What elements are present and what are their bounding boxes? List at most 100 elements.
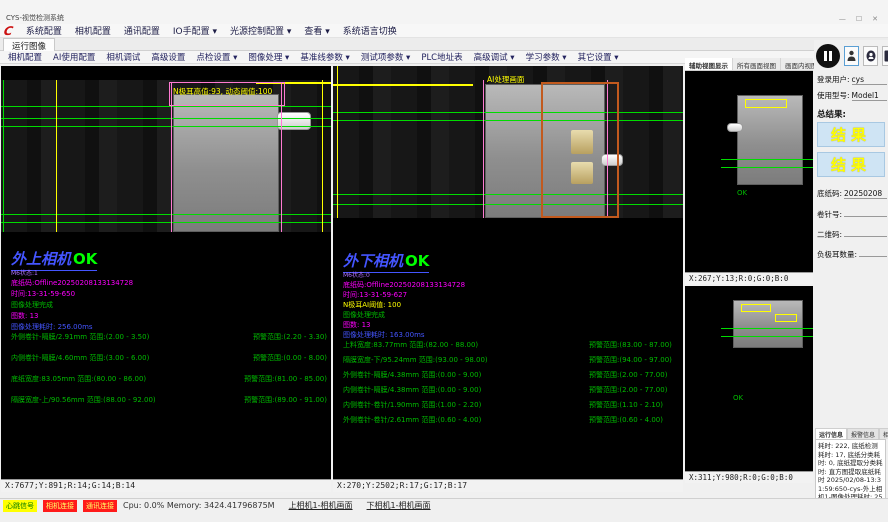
aux-bottom-overlay-yellow-box-2 [775, 314, 797, 322]
aux-tab-assist-view[interactable]: 辅助视图显示 [685, 58, 733, 70]
right-sidebar: 登录用户: cys 使用型号: Model1 总结果: 结果 结果 底纸码: 2… [814, 40, 888, 506]
logout-icon [884, 50, 888, 62]
table-row: 隔膜宽度-上/90.56mm 范围:(88.00 - 92.00)预警范围:(8… [11, 395, 327, 416]
menu-system-config[interactable]: 系统配置 [26, 24, 62, 37]
left-info-lines: 底纸码:Offline20250208133134728 时间:13-31-59… [11, 278, 133, 333]
needle-value[interactable] [844, 208, 887, 217]
tab-run-info[interactable]: 运行信息 [815, 428, 847, 439]
minimize-icon[interactable]: — [839, 15, 846, 23]
tool-learning-params[interactable]: 学习参数 ▾ [526, 51, 567, 63]
cpu-memory-text: Cpu: 0.0% Memory: 3424.41796875M [123, 501, 275, 510]
window-title: CYS-视觉检测系统 [6, 13, 64, 23]
left-result-ok: OK [73, 250, 97, 268]
table-row: 内侧卷针-卷针/1.90mm 范围:(1.00 - 2.20)预警范围:(1.1… [343, 400, 679, 415]
anode-count-value[interactable] [859, 248, 887, 257]
top-camera-view-link[interactable]: 上相机1-相机画面 [289, 500, 353, 511]
user-login-button[interactable] [844, 46, 859, 66]
left-line-count: 图数: 13 [11, 311, 133, 322]
middle-overlay-green-line-3 [333, 194, 683, 195]
menu-view[interactable]: 查看 ▾ [304, 24, 329, 37]
login-user-value[interactable]: cys [852, 75, 887, 85]
pause-button[interactable] [816, 44, 840, 68]
middle-overlay-pink-vline-1 [483, 80, 484, 218]
tool-image-processing[interactable]: 图像处理 ▾ [248, 51, 289, 63]
aux-panel: 辅助视图显示 所有画面视图 画面内视图 OK X:267;Y:13;R:0;G:… [685, 58, 813, 483]
middle-overlay-green-line-4 [333, 204, 683, 205]
tool-other-settings[interactable]: 其它设置 ▾ [578, 51, 619, 63]
aux-top-green-line-1 [721, 159, 813, 160]
table-row: 外侧卷针-隔膜/2.91mm 范围:(2.00 - 3.50)预警范围:(2.2… [11, 332, 327, 353]
info-tabs: 运行信息 报警信息 相机信息 [815, 428, 888, 439]
tool-camera-config[interactable]: 相机配置 [8, 51, 42, 63]
left-camera-name: 外上相机 [11, 250, 71, 268]
aux-top-statusbar: X:267;Y:13;R:0;G:0;B:0 [685, 272, 813, 284]
tool-camera-debug[interactable]: 相机调试 [106, 51, 140, 63]
tool-test-params[interactable]: 测试项参数 ▾ [361, 51, 410, 63]
needle-label: 卷针号: [817, 209, 842, 220]
menu-io-config[interactable]: IO手配置 ▾ [173, 24, 217, 37]
middle-camera-view[interactable]: AI处理画面 外下相机OK M6状态:0 底纸码:Offline20250208… [333, 66, 683, 492]
middle-camera-name: 外下相机 [343, 252, 403, 270]
table-row: 底纸宽度:83.05mm 范围:(80.00 - 86.00)预警范围:(81.… [11, 374, 327, 395]
sidebar-buttons [816, 44, 888, 68]
login-user-label: 登录用户: [817, 74, 850, 85]
menu-camera-config[interactable]: 相机配置 [75, 24, 111, 37]
tool-plc-address[interactable]: PLC地址表 [421, 51, 462, 63]
middle-result-ok: OK [405, 252, 429, 270]
left-overlay-green-vline [3, 80, 4, 232]
menu-comm-config[interactable]: 通讯配置 [124, 24, 160, 37]
tool-advanced-settings[interactable]: 高级设置 [151, 51, 185, 63]
login-user-field: 登录用户: cys [817, 74, 887, 85]
qr-value[interactable] [844, 228, 887, 237]
aux-top-green-line-2 [721, 167, 813, 168]
menu-bar: C 系统配置 相机配置 通讯配置 IO手配置 ▾ 光源控制配置 ▾ 查看 ▾ 系… [0, 24, 888, 38]
aux-bottom-view[interactable]: OK X:311;Y:980;R:0;G:0;B:0 [685, 286, 813, 483]
left-overlay-label: N极耳高值:93, 动态阈值:100 [173, 86, 272, 97]
aux-top-overlay-yellow-box [745, 99, 787, 108]
tool-advanced-debug[interactable]: 高级调试 ▾ [474, 51, 515, 63]
app-window: CYS-视觉检测系统 — ☐ ✕ C 系统配置 相机配置 通讯配置 IO手配置 … [0, 0, 888, 522]
model-value[interactable]: Model1 [852, 91, 887, 101]
base-code-value[interactable]: 20250208 [844, 189, 887, 199]
middle-line-threshold: N极耳AI阈值: 100 [343, 300, 465, 310]
maximize-icon[interactable]: ☐ [856, 15, 862, 23]
left-view-statusbar: X:7677;Y:891;R:14;G:14;B:14 [1, 479, 331, 492]
aux-bottom-note: OK [733, 394, 743, 402]
user-lock-button[interactable] [863, 46, 878, 66]
left-line-time: 时间:13-31-59-650 [11, 289, 133, 300]
left-line-code: 底纸码:Offline20250208133134728 [11, 278, 133, 289]
left-overlay-yellow-vline-2 [322, 80, 323, 232]
left-part-image [173, 94, 279, 232]
aux-top-view[interactable]: OK X:267;Y:13;R:0;G:0;B:0 [685, 71, 813, 284]
table-row: 内侧卷针-隔膜/4.38mm 范围:(0.00 - 9.00)预警范围:(2.0… [343, 385, 679, 400]
comm-connect-status-badge: 通讯连接 [83, 500, 117, 512]
middle-result-sub: M6状态:0 [343, 270, 370, 279]
middle-overlay-yellow-vline [337, 66, 338, 218]
run-log-text[interactable]: 耗时: 222, 底纸检测耗时: 17, 底纸分类耗时: 0, 底纸提取分类耗时… [815, 439, 886, 505]
anode-count-label: 负极耳数量: [817, 249, 857, 260]
middle-overlay-label: AI处理画面 [487, 74, 524, 85]
tab-run-image[interactable]: 运行图像 [3, 38, 55, 51]
logout-button[interactable] [882, 46, 888, 66]
tab-row: 运行图像 [0, 38, 888, 51]
aux-bottom-green-line-2 [721, 336, 813, 337]
menu-language-switch[interactable]: 系统语言切换 [343, 24, 397, 37]
tool-ai-config[interactable]: AI使用配置 [53, 51, 95, 63]
aux-tab-all-views[interactable]: 所有画面视图 [733, 58, 781, 70]
close-icon[interactable]: ✕ [872, 15, 878, 23]
bottom-camera-view-link[interactable]: 下相机1-相机画面 [367, 500, 431, 511]
tool-baseline-params[interactable]: 基准线参数 ▾ [300, 51, 349, 63]
tool-spot-check[interactable]: 点检设置 ▾ [196, 51, 237, 63]
left-camera-view[interactable]: N极耳高值:93, 动态阈值:100 外上相机OK M6状态:1 底纸码:Off… [1, 66, 331, 492]
table-row: 外侧卷针-隔膜/4.38mm 范围:(0.00 - 9.00)预警范围:(2.0… [343, 370, 679, 385]
aux-bottom-statusbar: X:311;Y:980;R:0;G:0;B:0 [685, 471, 813, 483]
model-label: 使用型号: [817, 90, 850, 101]
aux-top-part-image [737, 95, 803, 185]
menu-light-config[interactable]: 光源控制配置 ▾ [230, 24, 291, 37]
left-measure-rows: 外侧卷针-隔膜/2.91mm 范围:(2.00 - 3.50)预警范围:(2.2… [11, 332, 327, 416]
base-code-label: 底纸码: [817, 188, 842, 199]
tab-alarm-info[interactable]: 报警信息 [847, 428, 879, 439]
result-badge-1: 结果 [817, 122, 885, 147]
left-line-done: 图像处理完成 [11, 300, 133, 311]
tab-camera-info[interactable]: 相机信息 [879, 428, 888, 439]
